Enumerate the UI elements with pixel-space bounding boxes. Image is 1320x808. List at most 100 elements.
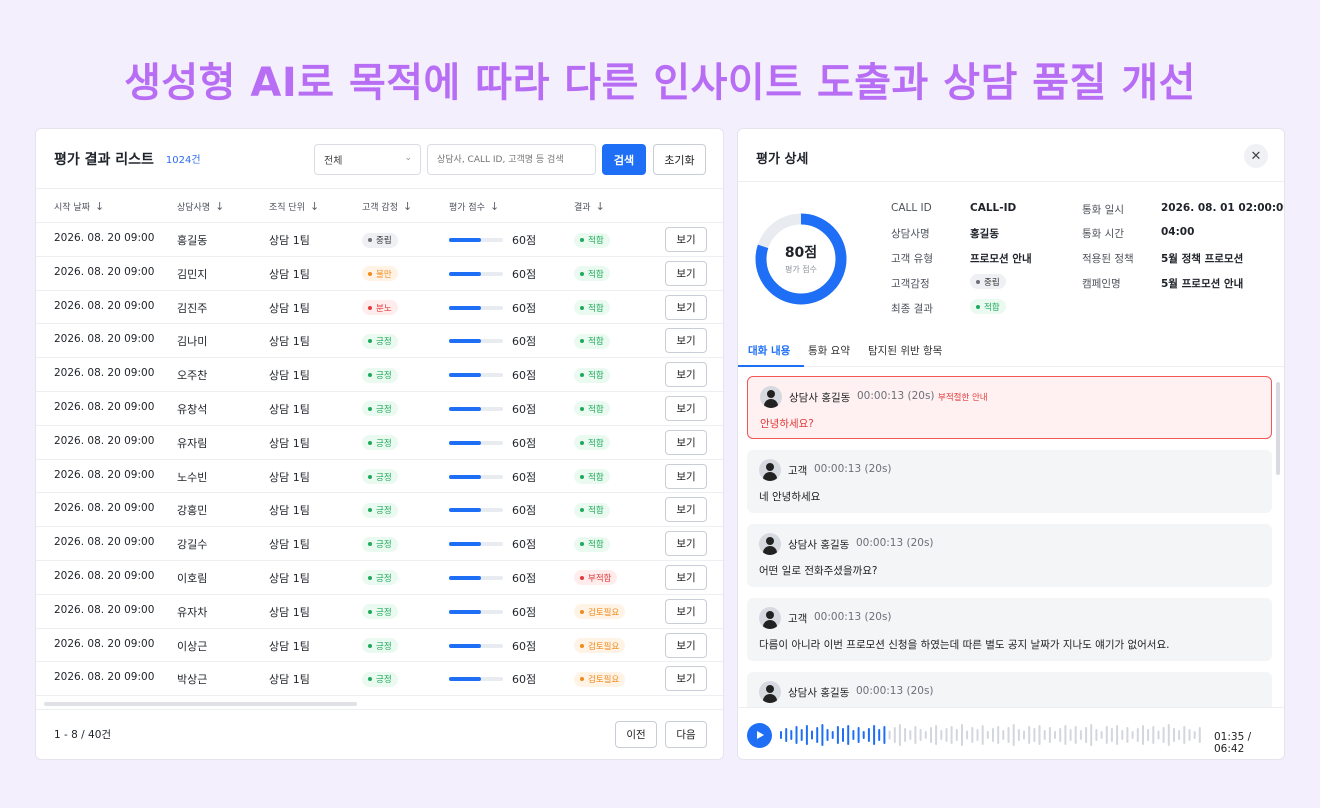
score-bar-fill — [449, 406, 482, 411]
result-badge: 검토필요 — [574, 671, 626, 687]
waveform-bar — [1152, 726, 1155, 744]
waveform-bar — [1064, 725, 1067, 745]
score-bar-fill — [449, 508, 482, 513]
view-button[interactable]: 보기 — [665, 632, 707, 658]
result-label: 적합 — [588, 438, 604, 449]
search-button[interactable]: 검색 — [602, 144, 646, 175]
view-button[interactable]: 보기 — [665, 362, 707, 388]
waveform-bar — [935, 725, 938, 745]
evaluation-detail-panel: 평가 상세 ✕ 80점 평가 점수 CALL ID CALL-ID 상담사명 홍길동 고… — [737, 128, 1285, 760]
audio-waveform[interactable] — [780, 722, 1204, 748]
vertical-scrollbar[interactable] — [1276, 382, 1280, 475]
waveform-bar — [857, 727, 860, 743]
column-header-name[interactable]: 상담사명 ↓ — [177, 200, 224, 213]
page-headline: 생성형 AI로 목적에 따라 다른 인사이트 도출과 상담 품질 개선 — [124, 60, 1196, 106]
view-button[interactable]: 보기 — [665, 395, 707, 421]
column-header-org[interactable]: 조직 단위 ↓ — [269, 200, 319, 213]
cell-org: 상담 1팀 — [269, 504, 310, 518]
avatar — [759, 681, 781, 703]
cell-result: 적합 — [574, 536, 610, 552]
waveform-bar — [1116, 725, 1119, 745]
status-dot — [580, 609, 584, 614]
info-badge-label: 중립 — [984, 277, 1000, 288]
cell-emotion: 긍정 — [362, 570, 398, 586]
play-button[interactable] — [747, 723, 772, 748]
waveform-bar — [950, 726, 953, 744]
view-button[interactable]: 보기 — [665, 429, 707, 455]
waveform-bar — [1131, 731, 1134, 739]
tab-conversation[interactable]: 대화 내용 — [748, 343, 790, 358]
waveform-bar — [1173, 728, 1175, 742]
next-page-button[interactable]: 다음 — [665, 721, 707, 748]
detail-title: 평가 상세 — [756, 152, 809, 167]
avatar-body — [763, 546, 777, 555]
reset-button[interactable]: 초기화 — [653, 144, 706, 175]
column-header-date[interactable]: 시작 날짜 ↓ — [54, 200, 104, 213]
waveform-bar — [1105, 726, 1108, 744]
waveform-bar — [924, 731, 927, 739]
status-dot — [368, 305, 372, 310]
view-button[interactable]: 보기 — [665, 227, 707, 252]
status-dot — [580, 542, 584, 547]
avatar-head — [766, 537, 774, 545]
column-header-emotion[interactable]: 고객 감정 ↓ — [362, 200, 412, 213]
view-button[interactable]: 보기 — [665, 328, 707, 354]
result-badge: 검토필요 — [574, 604, 626, 620]
waveform-bar — [1188, 729, 1191, 741]
cell-emotion: 긍정 — [362, 638, 398, 654]
view-button[interactable]: 보기 — [665, 497, 707, 523]
info-label: 통화 일시 — [1082, 204, 1124, 216]
cell-result: 부적합 — [574, 570, 618, 586]
table-row: 2026. 08. 20 09:00 강홍민 상담 1팀 긍정 60점 적합 보기 — [36, 493, 723, 528]
score-bar — [449, 643, 503, 648]
view-button[interactable]: 보기 — [665, 598, 707, 624]
cell-result: 검토필요 — [574, 604, 626, 620]
view-button[interactable]: 보기 — [665, 531, 707, 557]
waveform-bar — [1162, 727, 1165, 743]
score-bar-fill — [449, 373, 482, 378]
cell-date: 2026. 08. 20 09:00 — [54, 637, 155, 650]
view-button[interactable]: 보기 — [665, 564, 707, 590]
result-badge: 적합 — [574, 333, 610, 349]
result-badge: 적합 — [574, 266, 610, 282]
close-button[interactable]: ✕ — [1244, 144, 1268, 168]
cell-score: 60점 — [512, 369, 537, 383]
cell-org: 상담 1팀 — [269, 605, 310, 619]
waveform-bar — [862, 731, 865, 739]
table-row: 2026. 08. 20 09:00 김민지 상담 1팀 불만 60점 적합 보기 — [36, 257, 723, 291]
score-bar-fill — [449, 305, 482, 310]
view-button[interactable]: 보기 — [665, 463, 707, 489]
view-button[interactable]: 보기 — [665, 294, 707, 320]
cell-emotion: 긍정 — [362, 435, 398, 451]
cell-emotion: 긍정 — [362, 333, 398, 349]
prev-page-button[interactable]: 이전 — [615, 721, 657, 748]
filter-select[interactable]: 전체 ⌄ — [314, 144, 421, 175]
view-button[interactable]: 보기 — [665, 666, 707, 692]
result-label: 검토필요 — [588, 675, 620, 686]
cell-emotion: 긍정 — [362, 401, 398, 417]
column-header-score[interactable]: 평가 점수 ↓ — [449, 200, 499, 213]
table-row: 2026. 08. 20 09:00 유창석 상담 1팀 긍정 60점 적합 보기 — [36, 392, 723, 426]
waveform-bar — [790, 730, 793, 740]
result-label: 부적합 — [588, 573, 612, 584]
message-speaker: 고객 — [788, 465, 808, 477]
emotion-label: 긍정 — [376, 573, 392, 584]
avatar — [759, 459, 781, 481]
table-row: 2026. 08. 20 09:00 박상근 상담 1팀 긍정 60점 검토필요 보기 — [36, 662, 723, 697]
list-header: 평가 결과 리스트 1024건 전체 ⌄ 검색 초기화 — [36, 129, 723, 189]
view-button[interactable]: 보기 — [665, 260, 707, 286]
result-badge: 적합 — [574, 367, 610, 383]
column-header-result[interactable]: 결과 ↓ — [574, 200, 605, 213]
status-dot — [368, 542, 372, 547]
column-label: 시작 날짜 — [54, 203, 90, 213]
waveform-bar — [836, 726, 839, 744]
search-input[interactable] — [427, 144, 596, 175]
status-dot — [368, 643, 372, 648]
cell-score: 60점 — [512, 504, 537, 518]
tab-violations[interactable]: 탐지된 위반 항목 — [868, 343, 942, 358]
horizontal-scrollbar[interactable] — [44, 702, 357, 706]
emotion-badge: 긍정 — [362, 435, 398, 451]
donut-score-label: 평가 점수 — [785, 265, 817, 274]
tab-summary[interactable]: 통화 요약 — [808, 343, 850, 358]
arrow-down-icon: ↓ — [94, 200, 105, 213]
